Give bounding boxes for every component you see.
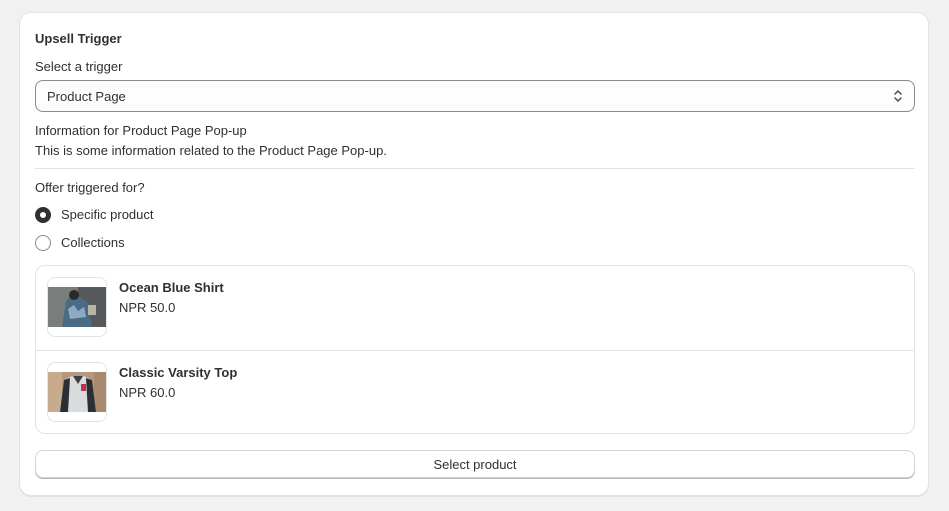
select-chevron-icon [894,90,902,102]
radio-label-specific-product[interactable]: Specific product [61,207,154,222]
info-text: This is some information related to the … [35,143,387,158]
select-product-button[interactable]: Select product [35,450,915,478]
list-item[interactable]: Classic Varsity Top NPR 60.0 [36,350,914,433]
product-name: Ocean Blue Shirt [119,280,224,295]
divider [35,168,915,169]
product-price: NPR 50.0 [119,300,176,315]
product-price: NPR 60.0 [119,385,176,400]
product-name: Classic Varsity Top [119,365,238,380]
radio-label-collections[interactable]: Collections [61,235,125,250]
offer-label: Offer triggered for? [35,180,145,195]
varsity-top-photo-icon [48,372,106,412]
info-title: Information for Product Page Pop-up [35,123,247,138]
product-thumbnail [47,277,107,337]
card-title: Upsell Trigger [35,31,122,46]
trigger-select[interactable]: Product Page [35,80,915,112]
product-thumbnail [47,362,107,422]
list-item[interactable]: Ocean Blue Shirt NPR 50.0 [36,266,914,350]
trigger-select-label: Select a trigger [35,59,123,74]
shirt-photo-icon [48,287,106,327]
trigger-select-value: Product Page [47,89,126,104]
radio-unchecked-icon[interactable] [35,235,51,251]
selected-products-list: Ocean Blue Shirt NPR 50.0 Classic Varsit… [35,265,915,434]
radio-checked-icon[interactable] [35,207,51,223]
upsell-trigger-card: Upsell Trigger Select a trigger Product … [19,12,929,496]
